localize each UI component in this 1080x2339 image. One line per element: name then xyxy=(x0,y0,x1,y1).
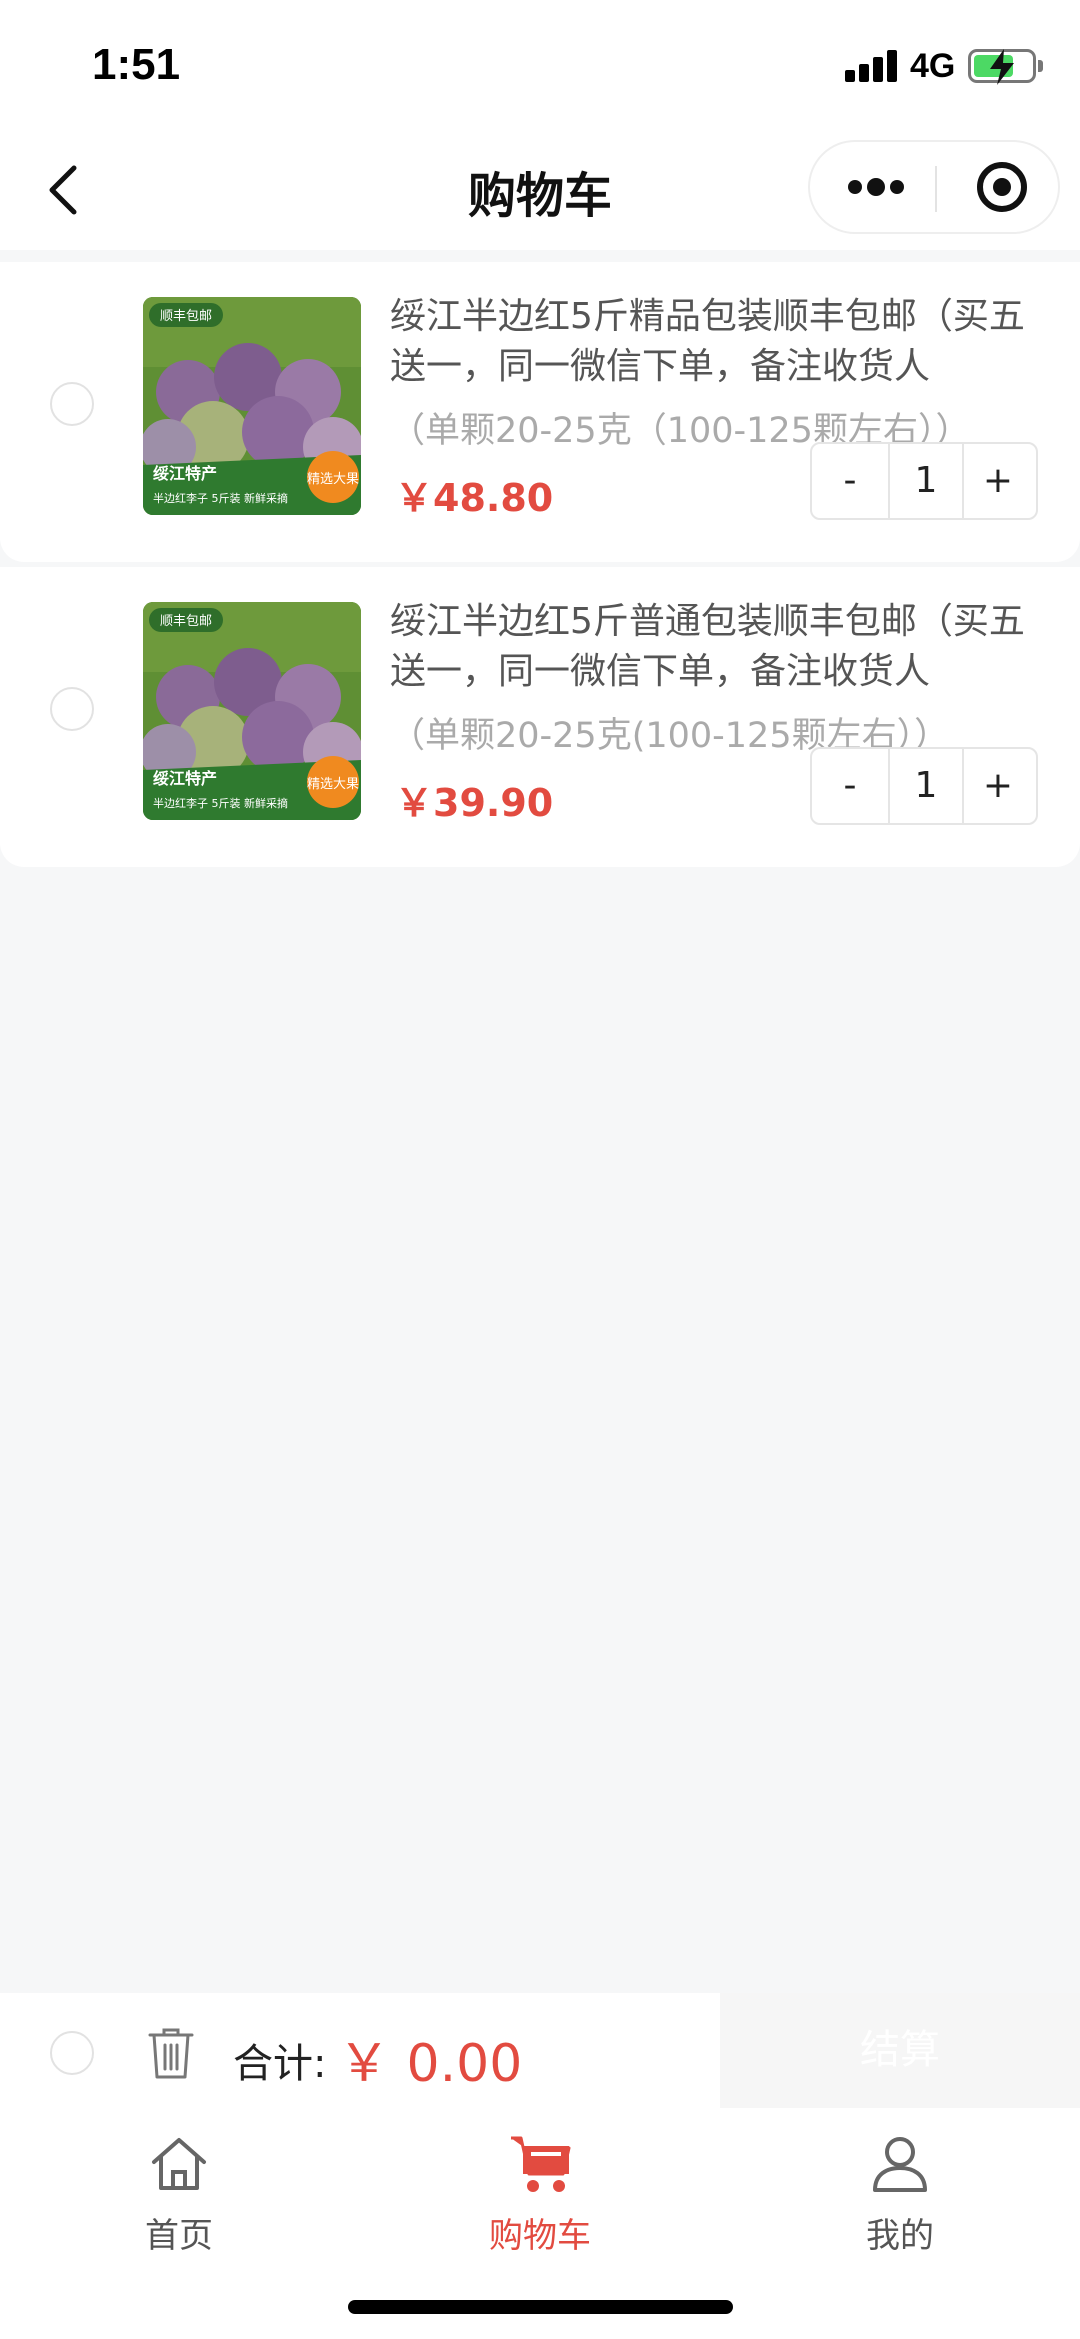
item-checkbox[interactable] xyxy=(50,687,94,731)
checkout-button[interactable]: 结算 xyxy=(720,1993,1080,2108)
cart-icon xyxy=(511,2136,571,2192)
cart-summary-bar: 合计: ￥ 0.00 结算 xyxy=(0,1993,1080,2108)
product-image[interactable]: 顺丰包邮 绥江特产 半边红李子 5斤装 新鲜采摘 精选大果 xyxy=(143,602,361,820)
more-dots-icon xyxy=(848,180,862,194)
product-price: ￥48.80 xyxy=(395,476,554,520)
trash-glyph xyxy=(148,2028,194,2079)
status-time: 1:51 xyxy=(92,40,181,89)
close-button[interactable] xyxy=(937,142,1062,232)
product-image[interactable]: 顺丰包邮 绥江特产 半边红李子 5斤装 新鲜采摘 精选大果 xyxy=(143,297,361,515)
signal-icon xyxy=(845,50,901,82)
home-indicator xyxy=(348,2300,733,2314)
decrease-button[interactable]: - xyxy=(812,444,888,518)
cart-item[interactable]: 顺丰包邮 绥江特产 半边红李子 5斤装 新鲜采摘 精选大果 绥江半边红5斤精品包… xyxy=(0,262,1080,562)
total-value: ￥ 0.00 xyxy=(338,2034,523,2094)
image-badge-region: 绥江特产 xyxy=(153,769,217,788)
total-label: 合计: xyxy=(233,2041,327,2087)
nav-bar: 购物车 xyxy=(0,130,1080,250)
image-badge-region: 绥江特产 xyxy=(153,464,217,483)
cart-item[interactable]: 顺丰包邮 绥江特产 半边红李子 5斤装 新鲜采摘 精选大果 绥江半边红5斤普通包… xyxy=(0,567,1080,867)
quantity-input[interactable]: 1 xyxy=(888,749,964,823)
home-icon xyxy=(152,2138,206,2190)
decrease-button[interactable]: - xyxy=(812,749,888,823)
user-icon xyxy=(873,2137,927,2192)
product-title[interactable]: 绥江半边红5斤普通包装顺丰包邮（买五送一，同一微信下单，备注收货人 xyxy=(390,597,1040,697)
more-button[interactable] xyxy=(810,142,935,232)
quantity-stepper: - 1 + xyxy=(810,747,1038,825)
item-checkbox[interactable] xyxy=(50,382,94,426)
status-bar: 1:51 4G xyxy=(0,0,1080,130)
target-dot xyxy=(993,178,1011,196)
quantity-stepper: - 1 + xyxy=(810,442,1038,520)
more-dot-right xyxy=(890,180,904,194)
select-all-checkbox[interactable] xyxy=(50,2031,94,2075)
quantity-input[interactable]: 1 xyxy=(888,444,964,518)
increase-button[interactable]: + xyxy=(960,749,1036,823)
more-dot-center xyxy=(867,178,885,196)
plum-product-photo: 顺丰包邮 绥江特产 半边红李子 5斤装 新鲜采摘 精选大果 xyxy=(143,297,361,515)
tab-cart[interactable]: 购物车 xyxy=(440,2128,640,2268)
image-caption: 半边红李子 5斤装 新鲜采摘 xyxy=(153,491,288,505)
increase-button[interactable]: + xyxy=(960,444,1036,518)
tab-mine[interactable]: 我的 xyxy=(800,2128,1000,2268)
image-badge-round: 精选大果 xyxy=(307,472,359,487)
tab-cart-label: 购物车 xyxy=(489,2216,591,2256)
mini-program-capsule xyxy=(808,140,1060,234)
network-label: 4G xyxy=(910,47,956,85)
image-caption: 半边红李子 5斤装 新鲜采摘 xyxy=(153,796,288,810)
image-badge-top: 顺丰包邮 xyxy=(160,614,212,629)
tab-home[interactable]: 首页 xyxy=(79,2128,279,2268)
battery-cap xyxy=(1038,60,1043,72)
image-badge-round: 精选大果 xyxy=(307,777,359,792)
tab-home-label: 首页 xyxy=(145,2216,213,2256)
trash-icon[interactable] xyxy=(146,2025,196,2081)
image-badge-top: 顺丰包邮 xyxy=(160,309,212,324)
plum-product-photo: 顺丰包邮 绥江特产 半边红李子 5斤装 新鲜采摘 精选大果 xyxy=(143,602,361,820)
product-price: ￥39.90 xyxy=(395,781,554,825)
tab-mine-label: 我的 xyxy=(866,2216,934,2256)
product-title[interactable]: 绥江半边红5斤精品包装顺丰包邮（买五送一，同一微信下单，备注收货人 xyxy=(390,292,1040,392)
charging-icon xyxy=(990,49,1014,85)
